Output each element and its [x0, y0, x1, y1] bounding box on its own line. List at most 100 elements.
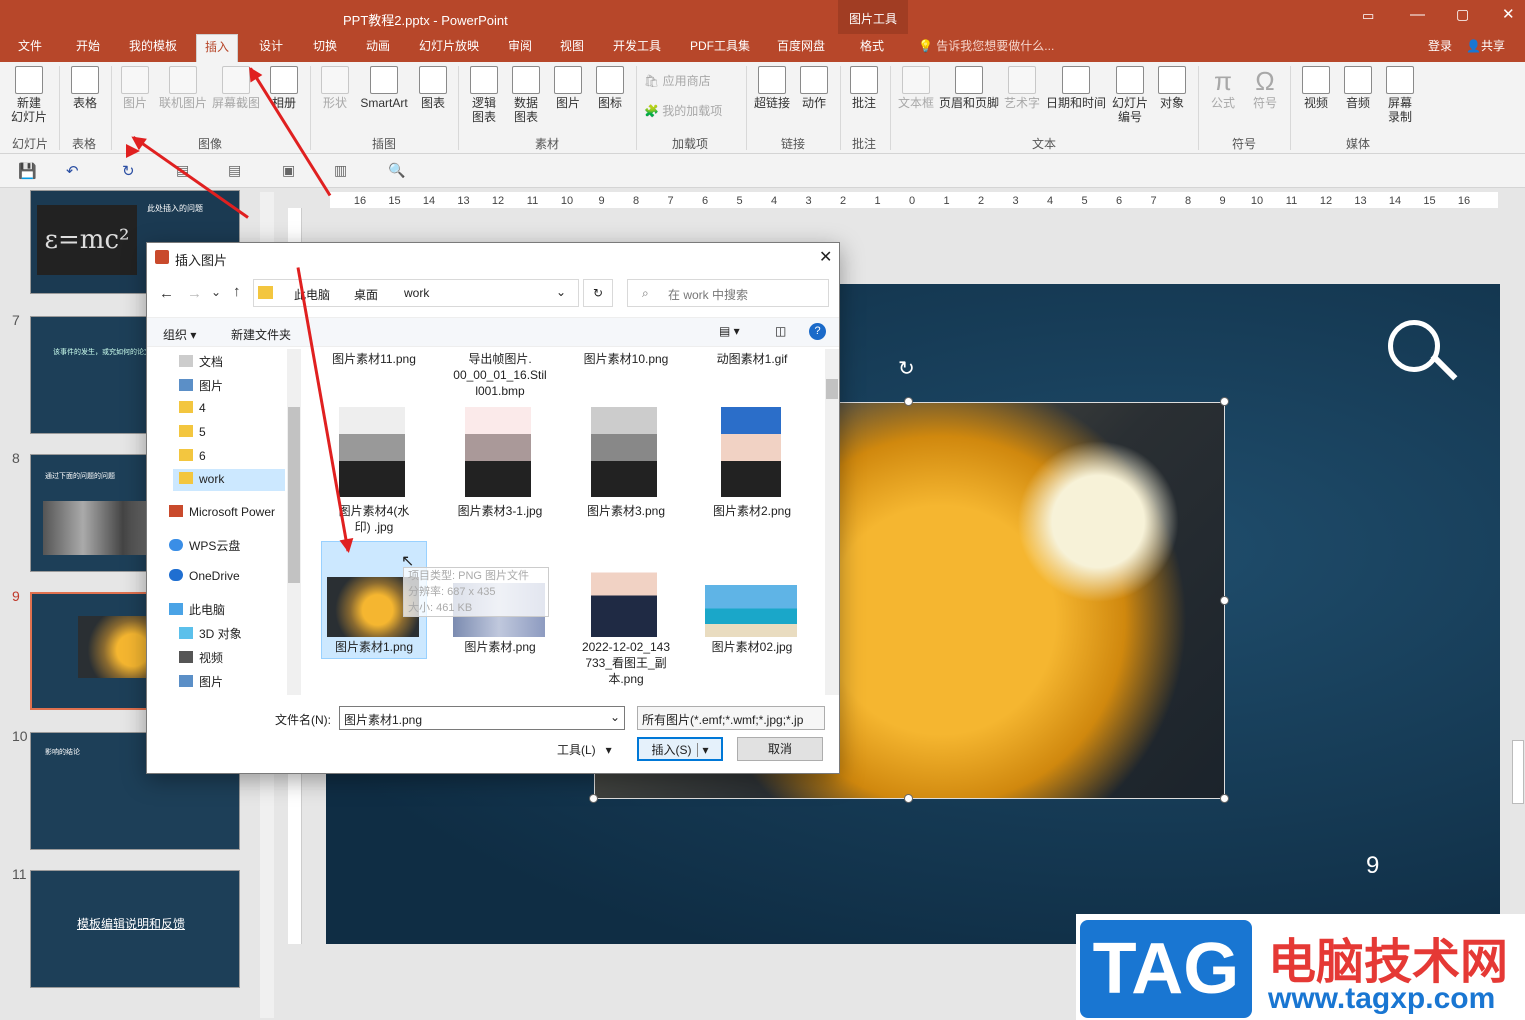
- file-item[interactable]: 图片素材11.png: [319, 351, 429, 367]
- tab-baidu-netdisk[interactable]: 百度网盘: [777, 34, 825, 62]
- nav-folder-4[interactable]: 4: [179, 401, 206, 415]
- preview-icon[interactable]: 🔍: [388, 162, 405, 179]
- file-scroll-thumb[interactable]: [826, 379, 838, 399]
- nav-this-pc[interactable]: 此电脑: [169, 601, 225, 618]
- woman-portrait-thumbnail[interactable]: [721, 407, 781, 497]
- wordart-button[interactable]: 艺术字: [1002, 66, 1042, 110]
- insert-dropdown-icon[interactable]: ▾: [697, 743, 709, 757]
- chart-button[interactable]: 图表: [414, 66, 452, 110]
- breadcrumb-desktop[interactable]: 桌面: [354, 286, 378, 303]
- table-button[interactable]: 表格: [66, 66, 104, 110]
- portrait-color-thumbnail[interactable]: [465, 407, 531, 497]
- file-item[interactable]: 动图素材1.gif: [697, 351, 807, 367]
- ribbon-display-icon[interactable]: ▭: [1362, 8, 1374, 24]
- insert-button[interactable]: 插入(S) ▾: [637, 737, 723, 761]
- resize-handle-bottom-left[interactable]: [589, 794, 598, 803]
- screen-record-button[interactable]: 屏幕 录制: [1380, 66, 1420, 124]
- datetime-button[interactable]: 日期和时间: [1044, 66, 1108, 110]
- resize-handle-top-right[interactable]: [1220, 397, 1229, 406]
- audio-button[interactable]: 音频: [1338, 66, 1378, 110]
- file-item[interactable]: 导出帧图片. 00_00_01_16.Stil l001.bmp: [445, 351, 555, 399]
- tab-format[interactable]: 格式: [860, 34, 884, 62]
- chevron-down-icon[interactable]: ⌄: [556, 285, 566, 299]
- nav-wps-cloud[interactable]: WPS云盘: [169, 537, 240, 554]
- tab-insert[interactable]: 插入: [196, 34, 239, 62]
- tab-animations[interactable]: 动画: [366, 34, 390, 62]
- shapes-button[interactable]: 形状: [316, 66, 354, 110]
- picture-insert-icon[interactable]: ▣: [282, 162, 295, 179]
- tab-transitions[interactable]: 切换: [313, 34, 337, 62]
- resize-handle-bottom[interactable]: [904, 794, 913, 803]
- data-chart-button[interactable]: 数据 图表: [506, 66, 546, 124]
- nav-onedrive[interactable]: OneDrive: [169, 569, 240, 583]
- resize-handle-top[interactable]: [904, 397, 913, 406]
- tab-pdf-tools[interactable]: PDF工具集: [690, 34, 750, 62]
- refresh-icon[interactable]: ↻: [583, 279, 613, 307]
- up-arrow-icon[interactable]: ↑: [233, 283, 241, 300]
- file-item[interactable]: 图片素材02.jpg: [697, 639, 807, 655]
- nav-folder-5[interactable]: 5: [179, 425, 206, 439]
- action-button[interactable]: 动作: [796, 66, 832, 110]
- file-item[interactable]: 图片素材10.png: [571, 351, 681, 367]
- presenter-icon[interactable]: ▥: [334, 162, 347, 179]
- video-button[interactable]: 视频: [1296, 66, 1336, 110]
- nav-pictures-pinned[interactable]: 图片: [179, 377, 223, 394]
- nav-videos[interactable]: 视频: [179, 649, 223, 666]
- resize-handle-bottom-right[interactable]: [1220, 794, 1229, 803]
- redo-icon[interactable]: ↻: [122, 162, 135, 180]
- nav-documents[interactable]: 文档: [179, 353, 223, 370]
- tab-home[interactable]: 开始: [76, 34, 100, 62]
- filename-input[interactable]: 图片素材1.png ⌄: [339, 706, 625, 730]
- logic-chart-button[interactable]: 逻辑 图表: [464, 66, 504, 124]
- tab-view[interactable]: 视图: [560, 34, 584, 62]
- slide-thumbnail-11[interactable]: 模板编辑说明和反馈: [30, 870, 240, 988]
- nav-pictures[interactable]: 图片: [179, 673, 223, 690]
- nav-scrollbar[interactable]: [287, 349, 301, 695]
- nav-folder-6[interactable]: 6: [179, 449, 206, 463]
- tell-me-search[interactable]: 💡 告诉我您想要做什么...: [918, 34, 1054, 62]
- picture-button[interactable]: 图片: [116, 66, 154, 110]
- help-icon[interactable]: ?: [809, 323, 826, 340]
- file-item[interactable]: 图片素材2.png: [697, 503, 807, 519]
- textbox-button[interactable]: 文本框: [896, 66, 936, 110]
- new-folder-button[interactable]: 新建文件夹: [231, 326, 291, 343]
- nav-3d-objects[interactable]: 3D 对象: [179, 625, 242, 642]
- resize-handle-right[interactable]: [1220, 596, 1229, 605]
- rotate-handle-icon[interactable]: ↻: [898, 356, 915, 381]
- smartart-button[interactable]: SmartArt: [356, 66, 412, 110]
- app-store-button[interactable]: 🛍 应用商店: [644, 74, 734, 88]
- dialog-close-icon[interactable]: ✕: [819, 247, 832, 267]
- file-item[interactable]: 图片素材.png: [445, 639, 555, 655]
- new-slide-button[interactable]: 新建 幻灯片: [6, 66, 52, 124]
- maximize-icon[interactable]: ▢: [1456, 6, 1469, 23]
- tab-developer[interactable]: 开发工具: [613, 34, 661, 62]
- minimize-icon[interactable]: —: [1410, 6, 1425, 23]
- preview-pane-icon[interactable]: ◫: [775, 324, 786, 338]
- share-button[interactable]: 👤共享: [1466, 34, 1505, 62]
- portrait-gray-thumbnail[interactable]: [591, 407, 657, 497]
- file-item[interactable]: 图片素材3-1.jpg: [445, 503, 555, 519]
- save-icon[interactable]: 💾: [18, 162, 37, 180]
- view-options-icon[interactable]: ▤ ▾: [719, 324, 740, 338]
- file-type-select[interactable]: 所有图片(*.emf;*.wmf;*.jpg;*.jp: [637, 706, 825, 730]
- search-input[interactable]: ⌕ 在 work 中搜索: [627, 279, 829, 307]
- file-item-selected-label[interactable]: 图片素材1.png: [319, 639, 429, 655]
- nav-microsoft-powerpoint[interactable]: Microsoft Power: [169, 505, 275, 519]
- nav-scroll-thumb[interactable]: [288, 407, 300, 583]
- close-icon[interactable]: ✕: [1502, 5, 1515, 23]
- file-item[interactable]: 2022-12-02_143 733_看图王_副 本.png: [571, 639, 681, 687]
- material-picture-button[interactable]: 图片: [548, 66, 588, 110]
- student-portrait-thumbnail[interactable]: [591, 545, 657, 637]
- editor-scrollbar[interactable]: [1512, 740, 1524, 804]
- comment-button[interactable]: 批注: [846, 66, 882, 110]
- online-picture-button[interactable]: 联机图片: [158, 66, 208, 110]
- slide-number-button[interactable]: 幻灯片 编号: [1110, 66, 1150, 124]
- object-button[interactable]: 对象: [1152, 66, 1192, 110]
- cancel-button[interactable]: 取消: [737, 737, 823, 761]
- text-icon[interactable]: ▤: [228, 162, 241, 179]
- forward-arrow-icon[interactable]: →: [187, 285, 202, 302]
- beach-thumbnail[interactable]: [705, 585, 797, 637]
- undo-icon[interactable]: ↶: [66, 162, 79, 180]
- tab-review[interactable]: 审阅: [508, 34, 532, 62]
- tab-design[interactable]: 设计: [259, 34, 283, 62]
